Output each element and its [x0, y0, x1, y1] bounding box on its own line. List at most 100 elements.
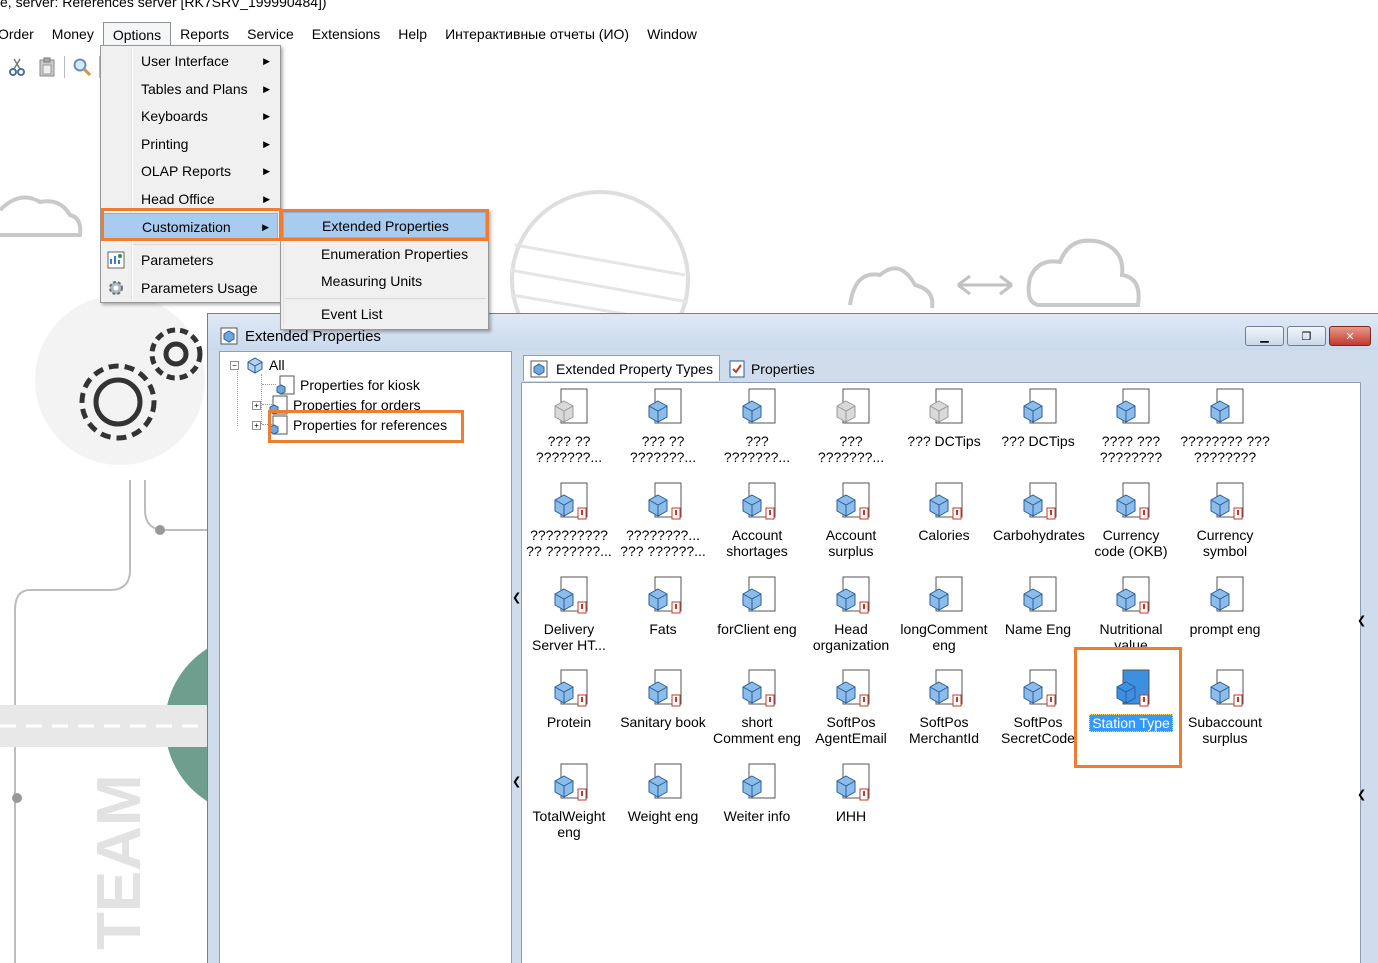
menu-item-olap-reports[interactable]: OLAP Reports ▶ — [103, 158, 278, 184]
tree-node-label: Properties for kiosk — [300, 377, 420, 393]
menu-item-keyboards[interactable]: Keyboards ▶ — [103, 103, 278, 129]
property-type-icon — [831, 387, 871, 427]
maximize-button[interactable]: ❐ — [1287, 326, 1326, 346]
property-type-item[interactable]: short Comment eng — [710, 668, 804, 746]
toolbar — [0, 52, 100, 82]
chevron-left-icon[interactable]: ❮ — [512, 591, 521, 604]
property-type-item[interactable]: TotalWeight eng — [522, 762, 616, 840]
menu-reports[interactable]: Reports — [171, 22, 238, 46]
property-type-item[interactable]: Subaccount surplus — [1178, 668, 1272, 746]
property-type-item[interactable]: ??? DCTips — [897, 387, 991, 449]
property-type-item[interactable]: ???? ??? ???????? — [1084, 387, 1178, 465]
property-type-item[interactable]: Name Eng — [991, 575, 1085, 637]
property-type-label: Subaccount surplus — [1188, 714, 1262, 746]
property-type-item[interactable]: SoftPos SecretCode — [991, 668, 1085, 746]
menu-money[interactable]: Money — [43, 22, 103, 46]
menu-order[interactable]: Order — [0, 22, 43, 46]
property-type-item[interactable]: ??? ???????... — [804, 387, 898, 465]
property-type-label: Carbohydrates — [993, 527, 1085, 543]
property-type-item[interactable]: ??? ???????... — [710, 387, 804, 465]
menu-item-measuring-units[interactable]: Measuring Units — [283, 268, 486, 294]
property-type-label: Currency code (OKB) — [1094, 527, 1168, 559]
expand-toggle[interactable]: + — [252, 400, 261, 410]
property-type-icon — [1205, 481, 1245, 521]
property-type-item[interactable]: ?????????? ?? ???????... — [522, 481, 616, 559]
submenu-arrow-icon: ▶ — [263, 139, 270, 149]
property-type-item[interactable]: Currency symbol — [1178, 481, 1272, 559]
submenu-arrow-icon: ▶ — [263, 111, 270, 121]
menu-interactive-reports[interactable]: Интерактивные отчеты (ИО) — [436, 22, 638, 46]
parameters-icon — [107, 251, 125, 269]
property-type-item[interactable]: forClient eng — [710, 575, 804, 637]
property-type-item[interactable]: Weiter info — [710, 762, 804, 824]
property-type-label: Sanitary book — [620, 714, 706, 730]
property-type-item[interactable]: ??? ?? ???????... — [616, 387, 710, 465]
highlight-station-type — [1074, 647, 1182, 768]
property-type-item[interactable]: Protein — [522, 668, 616, 730]
menu-item-label: User Interface — [141, 53, 229, 69]
property-type-icon — [643, 575, 683, 615]
chevron-left-icon[interactable]: ❮ — [1357, 788, 1366, 801]
property-type-item[interactable]: Calories — [897, 481, 991, 543]
pane-splitter[interactable]: ❮ ❮ — [512, 351, 521, 963]
property-type-item[interactable]: ??? DCTips — [991, 387, 1085, 449]
property-type-label: ???????? ??? ???????? — [1180, 433, 1270, 465]
property-type-item[interactable]: ????????... ??? ??????... — [616, 481, 710, 559]
menu-service[interactable]: Service — [238, 22, 303, 46]
property-type-item[interactable]: prompt eng — [1178, 575, 1272, 637]
tree-node-all[interactable]: − All — [230, 355, 285, 375]
gear-icon — [109, 281, 123, 295]
property-type-item[interactable]: SoftPos MerchantId — [897, 668, 991, 746]
menu-item-tables-and-plans[interactable]: Tables and Plans ▶ — [103, 76, 278, 102]
property-type-item[interactable]: ИНН — [804, 762, 898, 824]
property-type-icon — [549, 762, 589, 802]
property-type-item[interactable]: Carbohydrates — [991, 481, 1085, 543]
menu-item-event-list[interactable]: Event List — [283, 301, 486, 327]
menu-item-label: Measuring Units — [321, 273, 423, 289]
close-button[interactable]: ✕ — [1329, 326, 1371, 346]
property-type-item[interactable]: SoftPos AgentEmail — [804, 668, 898, 746]
menu-help[interactable]: Help — [389, 22, 436, 46]
property-type-item[interactable]: Account surplus — [804, 481, 898, 559]
chevron-left-icon[interactable]: ❮ — [512, 775, 521, 788]
property-type-item[interactable]: Delivery Server HT... — [522, 575, 616, 653]
property-type-item[interactable]: Currency code (OKB) — [1084, 481, 1178, 559]
submenu-arrow-icon: ▶ — [263, 56, 270, 66]
clipboard-icon[interactable] — [34, 54, 60, 80]
property-type-label: SoftPos SecretCode — [1001, 714, 1075, 746]
options-menu: User Interface ▶ Tables and Plans ▶ Keyboa… — [100, 45, 281, 303]
background-team-text: TEAM — [85, 774, 154, 950]
chevron-left-icon[interactable]: ❮ — [1357, 614, 1366, 627]
tab-properties[interactable]: Properties — [722, 355, 822, 381]
property-type-item[interactable]: ???????? ??? ???????? — [1178, 387, 1272, 465]
minimize-button[interactable]: ▁ — [1245, 326, 1284, 346]
property-type-item[interactable]: Fats — [616, 575, 710, 637]
property-type-item[interactable]: longComment eng — [897, 575, 991, 653]
property-type-item[interactable]: ??? ?? ???????... — [522, 387, 616, 465]
expand-toggle[interactable]: + — [252, 420, 261, 430]
menu-item-enumeration-properties[interactable]: Enumeration Properties — [283, 241, 486, 267]
menu-item-user-interface[interactable]: User Interface ▶ — [103, 48, 278, 74]
property-type-item[interactable]: Sanitary book — [616, 668, 710, 730]
menu-item-printing[interactable]: Printing ▶ — [103, 131, 278, 157]
tree-node-properties-kiosk[interactable]: Properties for kiosk — [274, 375, 420, 395]
property-type-label: TotalWeight eng — [532, 808, 606, 840]
right-pane: Extended Property Types Properties ??? ?… — [521, 351, 1373, 963]
tab-extended-property-types[interactable]: Extended Property Types — [523, 355, 720, 381]
magnifier-icon[interactable] — [69, 54, 95, 80]
property-group-icon — [276, 375, 295, 395]
property-type-item[interactable]: Head organization — [804, 575, 898, 653]
menu-window[interactable]: Window — [638, 22, 706, 46]
property-type-item[interactable]: Weight eng — [616, 762, 710, 824]
collapse-toggle[interactable]: − — [230, 360, 239, 370]
menu-item-parameters-usage[interactable]: Parameters Usage — [103, 275, 278, 301]
menu-item-parameters[interactable]: Parameters — [103, 247, 278, 273]
scissors-icon[interactable] — [4, 54, 30, 80]
property-type-label: SoftPos MerchantId — [908, 714, 980, 746]
property-type-item[interactable]: Account shortages — [710, 481, 804, 559]
property-type-icon — [1111, 575, 1151, 615]
menu-bar: Order Money Options Reports Service Exte… — [0, 22, 1378, 48]
menu-extensions[interactable]: Extensions — [303, 22, 389, 46]
property-type-icon — [924, 668, 964, 708]
property-type-item[interactable]: Nutritional value — [1084, 575, 1178, 653]
